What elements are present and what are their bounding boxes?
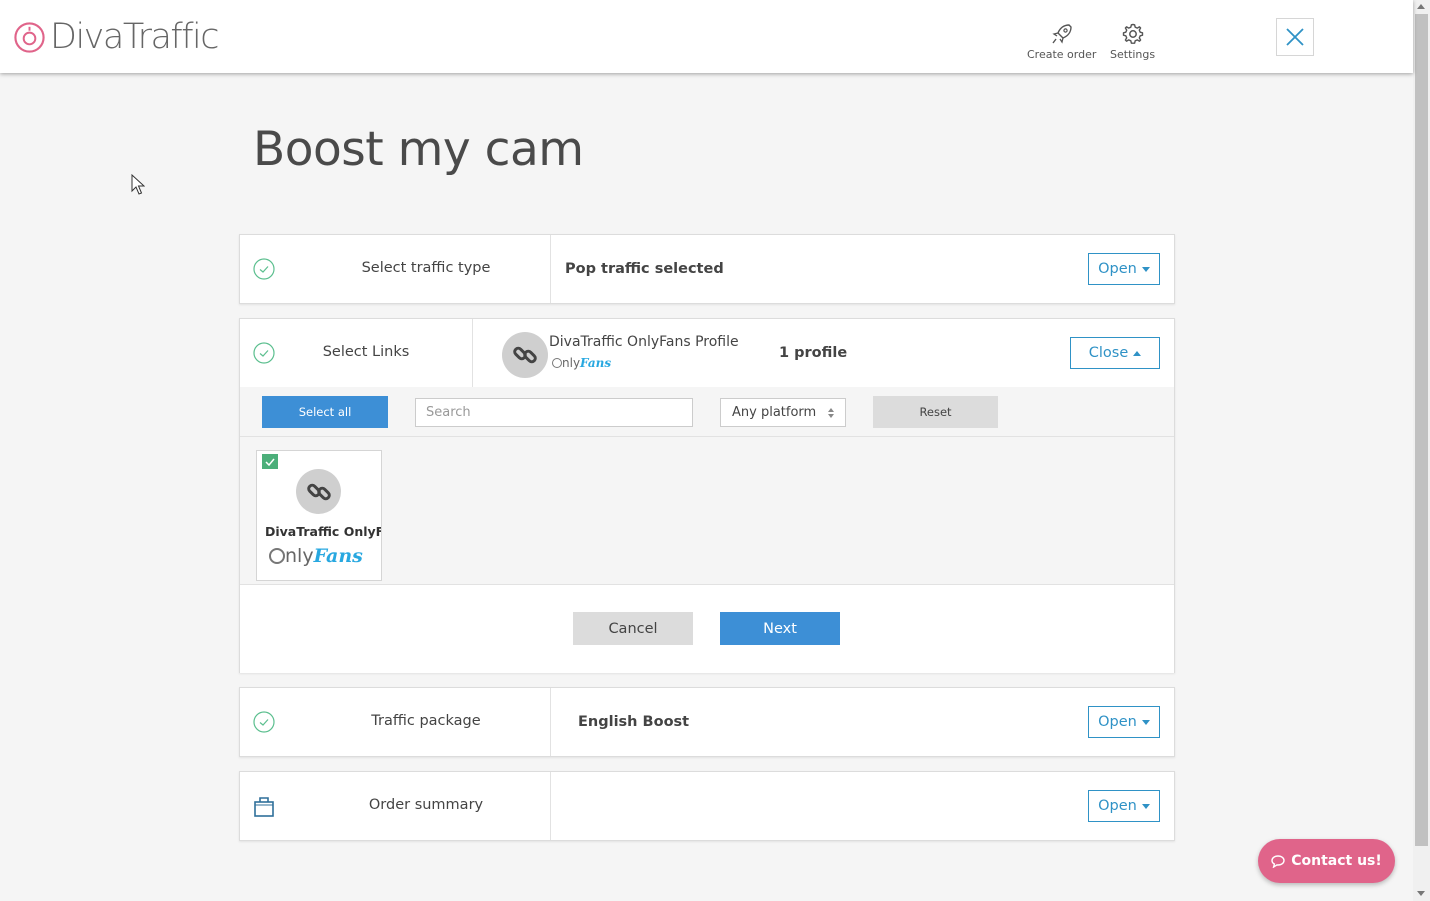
open-traffic-type-button[interactable]: Open	[1088, 253, 1160, 285]
button-label: Open	[1098, 261, 1137, 277]
divider	[550, 235, 551, 303]
onlyfans-text-only: nly	[562, 356, 581, 370]
logo-mark-icon	[14, 21, 45, 53]
onlyfans-text-only: nly	[285, 545, 314, 567]
onlyfans-text-fans: Fans	[580, 356, 612, 370]
step-label: Select Links	[322, 344, 410, 360]
contact-us-label: Contact us!	[1291, 853, 1382, 869]
close-wizard-button[interactable]	[1276, 18, 1314, 56]
onlyfans-logo: nly Fans	[552, 356, 611, 370]
button-label: Open	[1098, 714, 1137, 730]
link-icon	[513, 346, 537, 364]
onlyfans-text-fans: Fans	[313, 545, 363, 567]
profile-count: 1 profile	[779, 345, 848, 361]
gear-icon	[1122, 23, 1143, 44]
checkbox-checked-icon[interactable]	[262, 454, 278, 469]
next-button[interactable]: Next	[720, 612, 840, 645]
step-traffic-type: Select traffic type Pop traffic selected…	[239, 234, 1175, 304]
scroll-thumb[interactable]	[1415, 14, 1428, 846]
profile-avatar	[502, 332, 548, 378]
shopping-bag-icon	[254, 797, 274, 817]
select-all-button[interactable]: Select all	[262, 396, 388, 428]
caret-up-icon	[1133, 350, 1142, 356]
check-circle-icon	[253, 258, 275, 280]
create-order-button[interactable]: Create order	[1027, 22, 1096, 61]
step-select-links: Select Links DivaTraffic OnlyFans Profil…	[239, 318, 1175, 673]
vertical-scrollbar[interactable]	[1413, 0, 1430, 901]
onlyfans-ring-icon	[552, 358, 562, 368]
settings-button[interactable]: Settings	[1110, 22, 1155, 61]
caret-down-icon	[1141, 719, 1150, 725]
caret-down-icon	[1141, 266, 1150, 272]
button-label: Open	[1098, 798, 1137, 814]
caret-down-icon	[1141, 803, 1150, 809]
scroll-down-arrow-icon[interactable]	[1417, 891, 1425, 896]
mouse-cursor-icon	[131, 174, 145, 195]
divider	[550, 772, 551, 840]
links-filter-bar: Select all Search Any platform Reset	[240, 387, 1174, 437]
reset-button[interactable]: Reset	[873, 396, 998, 428]
top-header: DivaTraffic Create order Settings	[0, 0, 1413, 73]
search-input[interactable]: Search	[415, 398, 693, 427]
onlyfans-logo: nly Fans	[269, 545, 363, 567]
links-grid: DivaTraffic OnlyFans Profile nly Fans	[240, 437, 1174, 585]
chat-bubble-icon	[1271, 854, 1285, 868]
platform-select-value: Any platform	[732, 405, 817, 420]
divider	[550, 688, 551, 756]
step-order-summary: Order summary Open	[239, 771, 1175, 841]
link-icon	[306, 483, 331, 500]
platform-select[interactable]: Any platform	[720, 398, 846, 427]
step-value: Pop traffic selected	[565, 261, 724, 277]
step-label: Select traffic type	[361, 260, 491, 276]
close-links-button[interactable]: Close	[1070, 337, 1160, 369]
link-card[interactable]: DivaTraffic OnlyFans Profile nly Fans	[256, 450, 382, 581]
step-label: Traffic package	[371, 713, 481, 729]
card-name: DivaTraffic OnlyFans Profile	[265, 524, 381, 539]
step-value: English Boost	[578, 714, 690, 730]
divider	[472, 319, 473, 387]
create-order-label: Create order	[1027, 48, 1097, 61]
card-avatar	[296, 469, 341, 514]
scroll-up-arrow-icon[interactable]	[1417, 4, 1425, 9]
close-icon	[1286, 28, 1304, 46]
step-label: Order summary	[368, 797, 484, 813]
check-circle-icon	[253, 711, 275, 733]
divatraffic-logo[interactable]: DivaTraffic	[13, 17, 220, 57]
step-traffic-package: Traffic package English Boost Open	[239, 687, 1175, 757]
open-package-button[interactable]: Open	[1088, 706, 1160, 738]
contact-us-button[interactable]: Contact us!	[1258, 839, 1395, 883]
button-label: Close	[1088, 345, 1129, 361]
logo-text: DivaTraffic	[50, 17, 220, 57]
check-circle-icon	[253, 342, 275, 364]
select-arrows-icon	[828, 408, 834, 420]
rocket-icon	[1052, 24, 1072, 44]
page-title: Boost my cam	[253, 122, 584, 177]
open-summary-button[interactable]: Open	[1088, 790, 1160, 822]
profile-name: DivaTraffic OnlyFans Profile	[549, 334, 739, 350]
links-footer: Cancel Next	[240, 585, 1174, 673]
cancel-button[interactable]: Cancel	[573, 612, 693, 645]
settings-label: Settings	[1110, 48, 1156, 61]
onlyfans-ring-icon	[269, 548, 285, 564]
